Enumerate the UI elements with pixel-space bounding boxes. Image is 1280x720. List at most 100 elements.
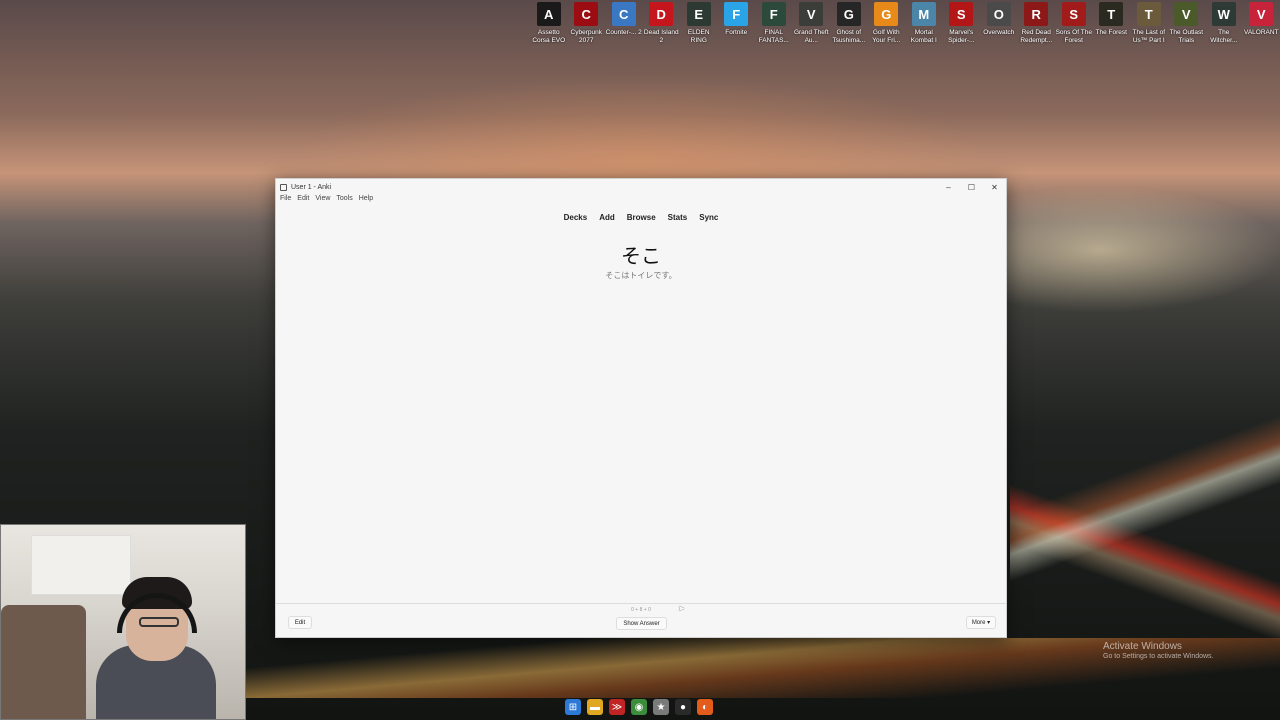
desktop-icon-label: The Last of Us™ Part I — [1132, 29, 1166, 44]
desktop-icon-gta[interactable]: V Grand Theft Au... — [793, 2, 831, 46]
desktop-icon-label: Overwatch — [983, 29, 1015, 36]
desktop-icon-label: Grand Theft Au... — [793, 29, 829, 44]
desktop-icon-assetto[interactable]: A Assetto Corsa EVO — [530, 2, 568, 46]
maximize-button[interactable]: ☐ — [960, 183, 983, 192]
toolbar-add[interactable]: Add — [599, 213, 615, 222]
game-icon: V — [1249, 2, 1274, 26]
game-icon: R — [1024, 2, 1049, 26]
desktop-icon-counter-strike[interactable]: C Counter-... 2 — [605, 2, 643, 46]
desktop-icon-label: Red Dead Redempt... — [1020, 29, 1053, 44]
show-answer-button[interactable]: Show Answer — [616, 617, 667, 630]
desktop-icon-label: Mortal Kombat I — [910, 29, 937, 44]
game-icon: D — [649, 2, 674, 26]
activate-windows-subtitle: Go to Settings to activate Windows. — [1103, 653, 1214, 660]
desktop-icon-overwatch[interactable]: O Overwatch — [980, 2, 1018, 46]
game-icon: T — [1099, 2, 1124, 26]
game-icon: F — [761, 2, 786, 26]
more-button[interactable]: More ▾ — [966, 616, 996, 629]
game-icon: T — [1136, 2, 1161, 26]
game-icon: C — [574, 2, 599, 26]
mouse-cursor-icon: ➤ — [678, 604, 685, 613]
minimize-button[interactable]: – — [937, 183, 960, 192]
desktop-icon-sons-of-the-forest[interactable]: S Sons Of The Forest — [1055, 2, 1093, 46]
desktop-icon-valorant[interactable]: V VALORANT — [1243, 2, 1280, 46]
menu-tools[interactable]: Tools — [336, 195, 352, 205]
toolbar-sync[interactable]: Sync — [699, 213, 718, 222]
menu-file[interactable]: File — [280, 195, 291, 205]
anki-app-icon — [280, 183, 287, 191]
card-sentence: そこはトイレです。 — [605, 271, 677, 280]
due-counts: 0 + 8 + 0 — [631, 607, 651, 613]
window-title: User 1 - Anki — [291, 183, 332, 191]
desktop-icon-ghost-of-tsushima[interactable]: G Ghost of Tsushima... — [830, 2, 868, 46]
desktop-icon-mortal-kombat[interactable]: M Mortal Kombat I — [905, 2, 943, 46]
desktop-icon-the-forest[interactable]: T The Forest — [1093, 2, 1131, 46]
desktop-icon-label: The Outlast Trials — [1169, 29, 1204, 44]
desktop-icon-golf-with-your-friends[interactable]: G Golf With Your Fri... — [868, 2, 906, 46]
webcam-background-cabinet — [31, 535, 131, 595]
desktop-icon-spider-man[interactable]: S Marvel's Spider-... — [943, 2, 981, 46]
desktop-icon-red-dead[interactable]: R Red Dead Redempt... — [1018, 2, 1056, 46]
windows-start-icon[interactable]: ⊞ — [565, 699, 581, 715]
desktop-icon-fortnite[interactable]: F Fortnite — [718, 2, 756, 46]
glasses-icon — [139, 617, 179, 627]
toolbar-decks[interactable]: Decks — [564, 213, 588, 222]
desktop-icon-witcher[interactable]: W The Witcher... — [1205, 2, 1243, 46]
game-icon: G — [874, 2, 899, 26]
menu-bar: File Edit View Tools Help — [276, 195, 1006, 205]
desktop-icon-label: Counter-... 2 — [605, 29, 642, 36]
desktop-icon-label: Cyberpunk 2077 — [570, 29, 602, 44]
desktop-icon-dead-island[interactable]: D Dead Island 2 — [643, 2, 681, 46]
taskbar: ⊞ ▬ ≫ ◉ ★ ● ◐ — [565, 699, 713, 715]
desktop-icon-label: Assetto Corsa EVO — [532, 29, 566, 44]
wallpaper-road-lights — [1010, 330, 1280, 690]
title-bar[interactable]: User 1 - Anki – ☐ ✕ — [276, 179, 1006, 195]
desktop-icon-elden-ring[interactable]: E ELDEN RING — [680, 2, 718, 46]
game-icon: G — [836, 2, 861, 26]
card-front: そこ そこはトイレです。 — [276, 240, 1006, 281]
game-icon: O — [986, 2, 1011, 26]
chrome-icon[interactable]: ◉ — [631, 699, 647, 715]
anki-taskbar-icon[interactable]: ★ — [653, 699, 669, 715]
desktop-icon-label: The Witcher... — [1210, 29, 1238, 44]
firefox-icon[interactable]: ◐ — [697, 699, 713, 715]
desktop-icon-outlast-trials[interactable]: V The Outlast Trials — [1168, 2, 1206, 46]
file-explorer-icon[interactable]: ▬ — [587, 699, 603, 715]
toolbar-browse[interactable]: Browse — [627, 213, 656, 222]
activate-windows-watermark: Activate Windows Go to Settings to activ… — [1103, 641, 1214, 660]
game-icon: S — [949, 2, 974, 26]
desktop-icon-last-of-us[interactable]: T The Last of Us™ Part I — [1130, 2, 1168, 46]
menu-view[interactable]: View — [315, 195, 330, 205]
game-icon: S — [1061, 2, 1086, 26]
desktop-icon-label: Sons Of The Forest — [1055, 29, 1092, 44]
desktop-icon-label: FINAL FANTAS... — [758, 29, 789, 44]
menu-edit[interactable]: Edit — [297, 195, 309, 205]
desktop-icon-label: Fortnite — [725, 29, 748, 36]
review-bottom-bar: 0 + 8 + 0 Edit Show Answer More ▾ — [276, 603, 1006, 637]
anki-window: User 1 - Anki – ☐ ✕ File Edit View Tools… — [275, 178, 1007, 638]
webcam-chair — [1, 605, 86, 719]
game-icon: V — [1174, 2, 1199, 26]
edit-button[interactable]: Edit — [288, 616, 312, 629]
webcam-overlay — [0, 524, 246, 720]
desktop-icon-label: ELDEN RING — [687, 29, 710, 44]
game-icon: C — [611, 2, 636, 26]
game-icon: A — [536, 2, 561, 26]
toolbar-stats[interactable]: Stats — [668, 213, 688, 222]
desktop-icon-cyberpunk[interactable]: C Cyberpunk 2077 — [568, 2, 606, 46]
card-word: そこ — [621, 244, 661, 268]
desktop-icon-label: Dead Island 2 — [643, 29, 679, 44]
desktop-icon-label: Golf With Your Fri... — [872, 29, 901, 44]
close-button[interactable]: ✕ — [983, 183, 1006, 192]
menu-help[interactable]: Help — [359, 195, 373, 205]
game-icon: M — [911, 2, 936, 26]
game-icon: W — [1211, 2, 1236, 26]
desktop-icon-final-fantasy[interactable]: F FINAL FANTAS... — [755, 2, 793, 46]
obs-icon[interactable]: ● — [675, 699, 691, 715]
desktop-icon-label: VALORANT — [1243, 29, 1279, 36]
game-icon: V — [799, 2, 824, 26]
game-icon: F — [724, 2, 749, 26]
red-app-icon[interactable]: ≫ — [609, 699, 625, 715]
desktop-icon-label: Marvel's Spider-... — [948, 29, 975, 44]
desktop-icon-label: Ghost of Tsushima... — [832, 29, 866, 44]
